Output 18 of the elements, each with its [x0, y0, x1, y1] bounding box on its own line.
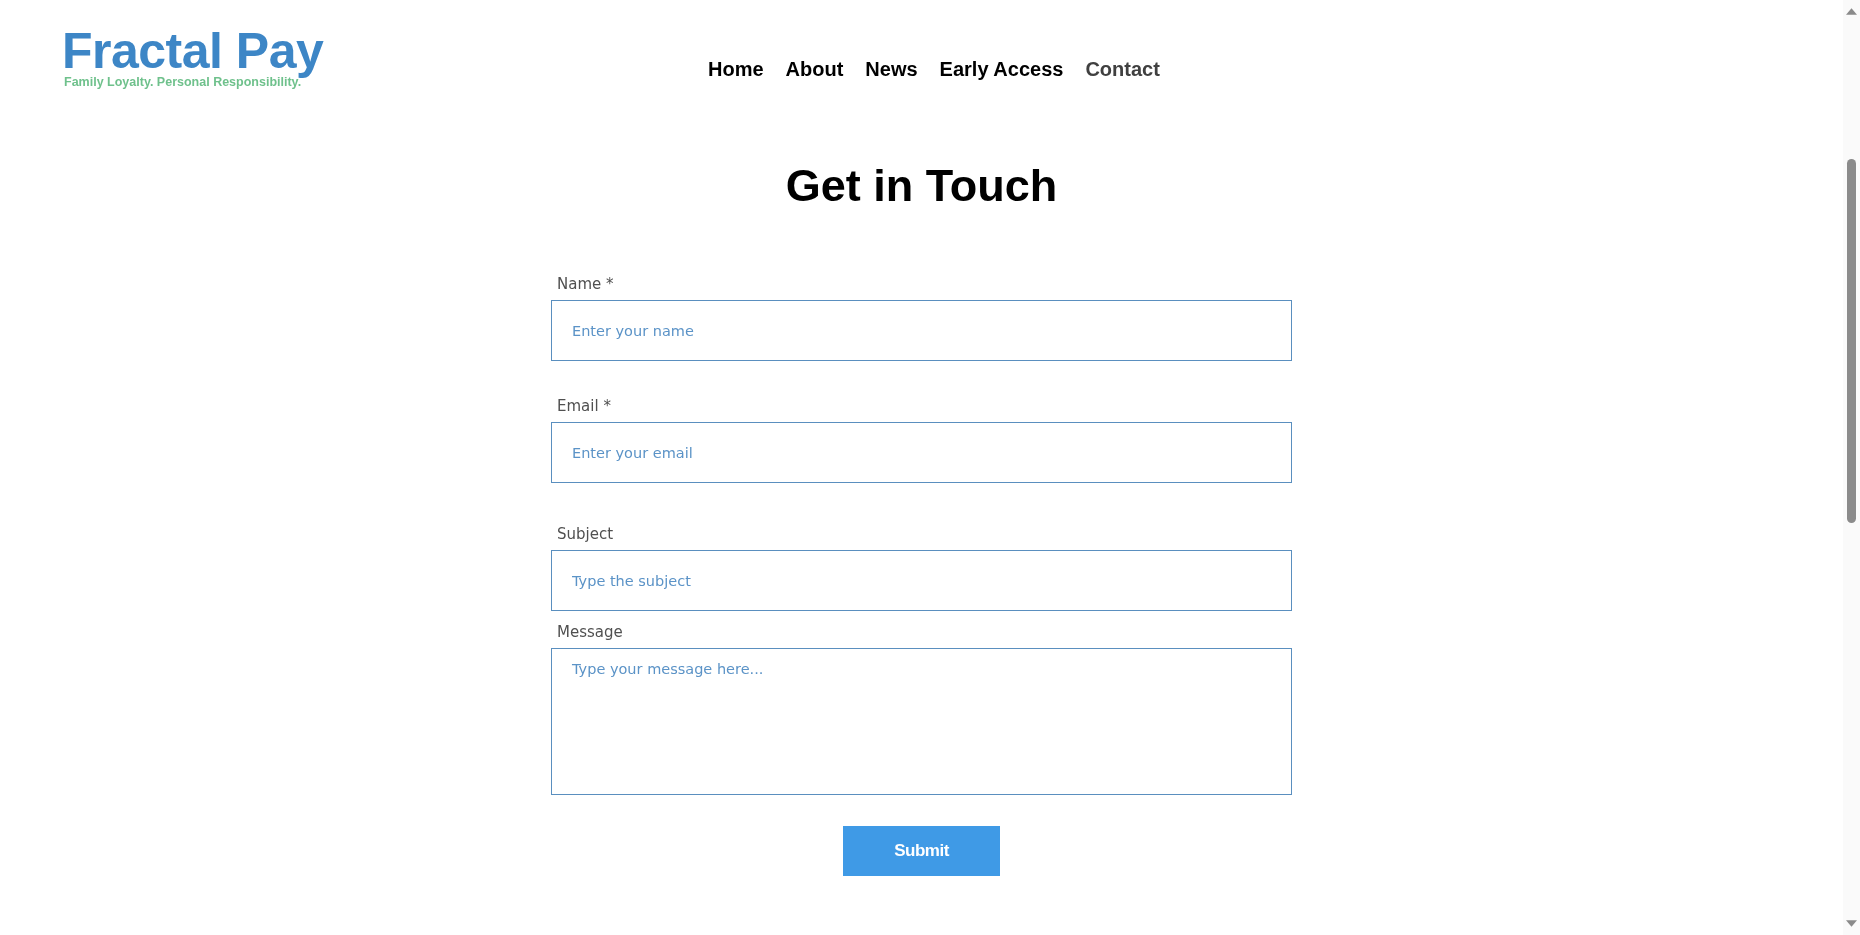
- nav-link[interactable]: News: [865, 58, 918, 81]
- nav-link[interactable]: Early Access: [939, 58, 1064, 81]
- input-field[interactable]: Enter your email: [551, 422, 1292, 483]
- nav-link[interactable]: About: [785, 58, 844, 81]
- page-heading: Get in Touch: [784, 159, 1059, 213]
- scroll-down-icon[interactable]: [1846, 920, 1857, 927]
- field-label: Email *: [557, 397, 611, 415]
- nav-link[interactable]: Home: [708, 58, 764, 81]
- field-label: Name *: [557, 275, 614, 293]
- scrollbar[interactable]: [1843, 0, 1860, 935]
- message-field[interactable]: Type your message here...: [551, 648, 1292, 795]
- field-label: Message: [557, 623, 623, 641]
- scrollbar-thumb[interactable]: [1847, 159, 1856, 523]
- input-field[interactable]: Type the subject: [551, 550, 1292, 611]
- scroll-up-icon[interactable]: [1846, 8, 1857, 15]
- nav-link[interactable]: Contact: [1085, 58, 1160, 81]
- field-label: Subject: [557, 525, 614, 543]
- input-field[interactable]: Enter your name: [551, 300, 1292, 361]
